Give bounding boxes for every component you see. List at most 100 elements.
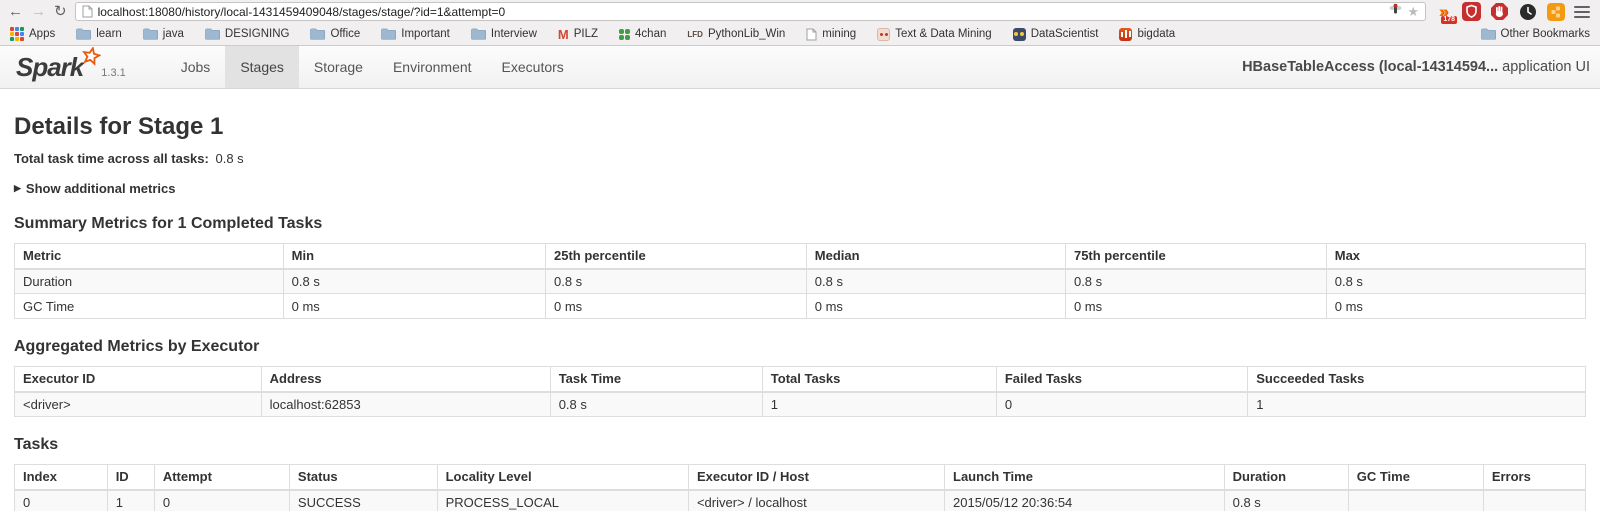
stop-hand-extension-icon[interactable] <box>1490 2 1509 21</box>
browser-chrome: ← → ↻ localhost:18080/history/local-1431… <box>0 0 1600 46</box>
bookmark-item-mining[interactable]: mining <box>806 28 856 41</box>
fly-icon[interactable] <box>1389 3 1402 21</box>
apps-grid-icon <box>10 27 24 41</box>
app-suffix: application UI <box>1502 59 1590 75</box>
table-header-row: Metric Min 25th percentile Median 75th perce… <box>14 243 1587 270</box>
page-icon <box>82 5 93 18</box>
cell-status: SUCCESS <box>288 489 438 511</box>
tab-environment[interactable]: Environment <box>378 46 487 88</box>
address-bar[interactable]: localhost:18080/history/local-1431459409… <box>74 2 1426 21</box>
folder-icon <box>142 28 158 40</box>
lfd-icon: LFD <box>687 29 703 39</box>
bookmark-label: learn <box>96 28 122 40</box>
clock-extension-icon[interactable] <box>1518 2 1537 21</box>
folder-icon <box>1480 28 1496 40</box>
column-header-failed-tasks[interactable]: Failed Tasks <box>995 366 1249 393</box>
tab-storage[interactable]: Storage <box>299 46 378 88</box>
bookmark-item-interview[interactable]: Interview <box>471 28 537 40</box>
column-header-executor-id-host[interactable]: Executor ID / Host <box>687 464 946 491</box>
column-header-id[interactable]: ID <box>106 464 155 491</box>
aggregated-metrics-heading: Aggregated Metrics by Executor <box>14 338 260 355</box>
column-header-25th-percentile[interactable]: 25th percentile <box>544 243 807 270</box>
column-header-attempt[interactable]: Attempt <box>153 464 290 491</box>
bookmark-item-pilz[interactable]: M PILZ <box>558 27 598 42</box>
column-header-total-tasks[interactable]: Total Tasks <box>761 366 997 393</box>
bookmark-item-java[interactable]: java <box>142 28 184 40</box>
spark-logo[interactable]: Spark 1.3.1 <box>16 45 126 88</box>
bookmark-star-icon[interactable]: ★ <box>1407 5 1419 18</box>
column-header-succeeded-tasks[interactable]: Succeeded Tasks <box>1247 366 1586 393</box>
bookmark-label: DataScientist <box>1030 28 1099 40</box>
bookmark-item-office[interactable]: Office <box>310 28 360 40</box>
bookmark-label: mining <box>822 28 857 40</box>
app-name: HBaseTableAccess (local-14314594... <box>1242 59 1499 75</box>
column-header-status[interactable]: Status <box>288 464 438 491</box>
stage-details-page: Details for Stage 1 Total task time acro… <box>0 113 1600 511</box>
cell-address: localhost:62853 <box>260 391 551 417</box>
total-task-time: Total task time across all tasks: 0.8 s <box>14 151 1586 166</box>
cell-metric: Duration <box>14 268 284 294</box>
cell-75th-percentile: 0 ms <box>1064 293 1327 319</box>
column-header-locality-level[interactable]: Locality Level <box>436 464 689 491</box>
column-header-metric[interactable]: Metric <box>14 243 284 270</box>
tasks-table: Index ID Attempt Status Locality Level Execut… <box>14 464 1587 511</box>
tasks-heading: Tasks <box>14 436 59 453</box>
folder-icon <box>205 28 220 40</box>
menu-icon[interactable] <box>1574 5 1590 18</box>
column-header-gc-time[interactable]: GC Time <box>1347 464 1484 491</box>
column-header-index[interactable]: Index <box>14 464 108 491</box>
bookmark-item-pythonlib-win[interactable]: LFD PythonLib_Win <box>687 28 785 40</box>
back-icon[interactable]: ← <box>8 4 23 19</box>
bookmark-label: 4chan <box>635 28 667 40</box>
tab-stages[interactable]: Stages <box>225 46 299 88</box>
url-text[interactable]: localhost:18080/history/local-1431459409… <box>98 5 1385 19</box>
table-row: Duration 0.8 s 0.8 s 0.8 s 0.8 s 0.8 s <box>14 268 1587 294</box>
refresh-icon[interactable]: ↻ <box>54 4 67 19</box>
bookmark-label: DESIGNING <box>224 28 290 40</box>
bookmark-item-designing[interactable]: DESIGNING <box>205 28 290 40</box>
bookmark-item-bigdata[interactable]: bigdata <box>1119 27 1176 41</box>
bookmark-item-datascientist[interactable]: DataScientist <box>1012 27 1099 41</box>
bookmark-label: Interview <box>490 28 537 40</box>
collapsed-triangle-icon: ▶ <box>14 183 21 193</box>
bookmark-label: Important <box>401 28 450 40</box>
bookmark-label: bigdata <box>1137 28 1176 40</box>
extension-icons: » 178 <box>1434 2 1592 24</box>
table-header-row: Executor ID Address Task Time Total Tasks Fa… <box>14 366 1586 393</box>
column-header-median[interactable]: Median <box>805 243 1066 270</box>
cell-median: 0.8 s <box>805 268 1066 294</box>
chevrons-extension-icon[interactable]: » 178 <box>1434 2 1457 24</box>
column-header-75th-percentile[interactable]: 75th percentile <box>1064 243 1327 270</box>
column-header-executor-id[interactable]: Executor ID <box>14 366 262 393</box>
forward-icon: → <box>31 3 46 20</box>
cell-task-time: 0.8 s <box>549 391 763 417</box>
folder-icon <box>381 28 397 40</box>
other-bookmarks[interactable]: Other Bookmarks <box>1480 28 1590 40</box>
apps-shortcut[interactable]: Apps <box>10 27 55 41</box>
column-header-errors[interactable]: Errors <box>1482 464 1587 491</box>
show-additional-metrics-toggle[interactable]: ▶ Show additional metrics <box>14 181 1586 196</box>
tab-jobs[interactable]: Jobs <box>166 46 226 88</box>
bookmark-item-important[interactable]: Important <box>381 28 450 40</box>
bookmark-label: PILZ <box>573 28 599 40</box>
bookmark-label: java <box>162 28 184 40</box>
column-header-min[interactable]: Min <box>282 243 546 270</box>
screenshot-extension-icon[interactable] <box>1546 2 1565 21</box>
bookmark-item-learn[interactable]: learn <box>76 28 122 40</box>
cell-25th-percentile: 0 ms <box>544 293 807 319</box>
cell-metric: GC Time <box>14 293 284 319</box>
tab-executors[interactable]: Executors <box>487 46 579 88</box>
summary-metrics-table: Metric Min 25th percentile Median 75th perce… <box>14 243 1587 319</box>
shield-extension-icon[interactable] <box>1462 2 1481 21</box>
column-header-launch-time[interactable]: Launch Time <box>944 464 1225 491</box>
column-header-max[interactable]: Max <box>1325 243 1587 270</box>
cell-75th-percentile: 0.8 s <box>1064 268 1327 294</box>
column-header-duration[interactable]: Duration <box>1223 464 1349 491</box>
bookmark-item-4chan[interactable]: 4chan <box>619 28 666 40</box>
cell-min: 0 ms <box>282 293 546 319</box>
table-row: GC Time 0 ms 0 ms 0 ms 0 ms 0 ms <box>14 293 1587 319</box>
summary-metrics-heading: Summary Metrics for 1 Completed Tasks <box>14 215 323 232</box>
column-header-task-time[interactable]: Task Time <box>549 366 763 393</box>
bookmark-item-text-data-mining[interactable]: Text & Data Mining <box>877 27 992 41</box>
column-header-address[interactable]: Address <box>260 366 551 393</box>
